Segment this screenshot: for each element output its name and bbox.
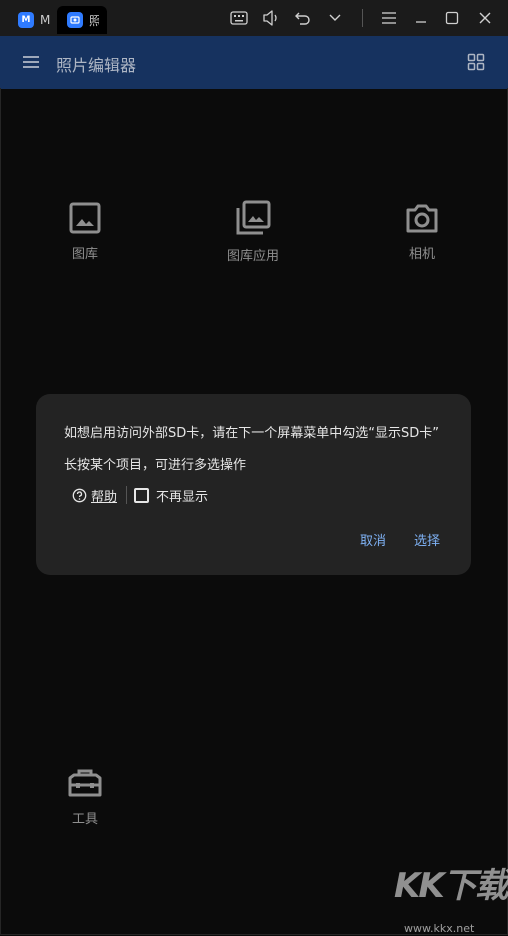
info-dialog: 如想启用访问外部SD卡，请在下一个屏幕菜单中勾选“显示SD卡” 长按某个项目，可… [36, 394, 471, 575]
photo-app-icon [67, 12, 83, 28]
menu-lines-icon[interactable] [378, 8, 400, 28]
tile-label: 图库 [71, 247, 98, 262]
cancel-button[interactable]: 取消 [360, 530, 386, 549]
tab-photo-editor[interactable]: 照 [57, 6, 107, 34]
tile-camera[interactable]: 相机 [362, 201, 482, 262]
hamburger-icon[interactable] [22, 53, 40, 71]
app-logo-icon: M [18, 12, 34, 28]
undo-icon[interactable] [292, 8, 314, 28]
volume-icon[interactable] [260, 8, 282, 28]
tile-gallery-apps[interactable]: 图库应用 [193, 199, 313, 264]
toolbox-icon [68, 769, 102, 797]
image-icon [69, 202, 101, 234]
dialog-message-multiselect: 长按某个项目，可进行多选操作 [64, 458, 247, 473]
tile-gallery[interactable]: 图库 [25, 201, 145, 262]
keyboard-icon[interactable] [228, 8, 250, 28]
images-stack-icon [236, 200, 271, 235]
grid-icon[interactable] [467, 53, 485, 71]
help-circle-icon [72, 488, 87, 503]
watermark-logo: KK下载 [394, 866, 508, 906]
tab-title: M [40, 13, 50, 27]
titlebar-divider [362, 9, 363, 27]
dialog-divider [126, 486, 127, 504]
watermark-url: www.kkx.net [404, 922, 475, 935]
maximize-icon[interactable] [441, 8, 463, 28]
tab-title: 照 [89, 13, 99, 28]
camera-icon [406, 204, 438, 233]
chevron-down-icon[interactable] [324, 8, 346, 28]
select-button[interactable]: 选择 [414, 530, 440, 549]
checkbox-box[interactable] [134, 488, 149, 503]
dont-show-label: 不再显示 [156, 490, 209, 505]
window-title-bar: M M 照 [0, 0, 508, 36]
help-label: 帮助 [91, 490, 118, 505]
minimize-icon[interactable] [410, 8, 432, 28]
tile-label: 相机 [408, 247, 435, 262]
dont-show-again-checkbox[interactable]: 不再显示 [134, 486, 208, 505]
tab-other-app[interactable]: M M [10, 6, 54, 34]
tile-tools[interactable]: 工具 [25, 766, 145, 827]
tile-label: 工具 [71, 812, 98, 827]
page-title: 照片编辑器 [56, 56, 137, 75]
help-link[interactable]: 帮助 [72, 486, 117, 505]
close-icon[interactable] [474, 8, 496, 28]
tile-label: 图库应用 [226, 249, 279, 264]
dialog-message-sd: 如想启用访问外部SD卡，请在下一个屏幕菜单中勾选“显示SD卡” [64, 426, 439, 441]
app-bar: 照片编辑器 [0, 36, 508, 89]
